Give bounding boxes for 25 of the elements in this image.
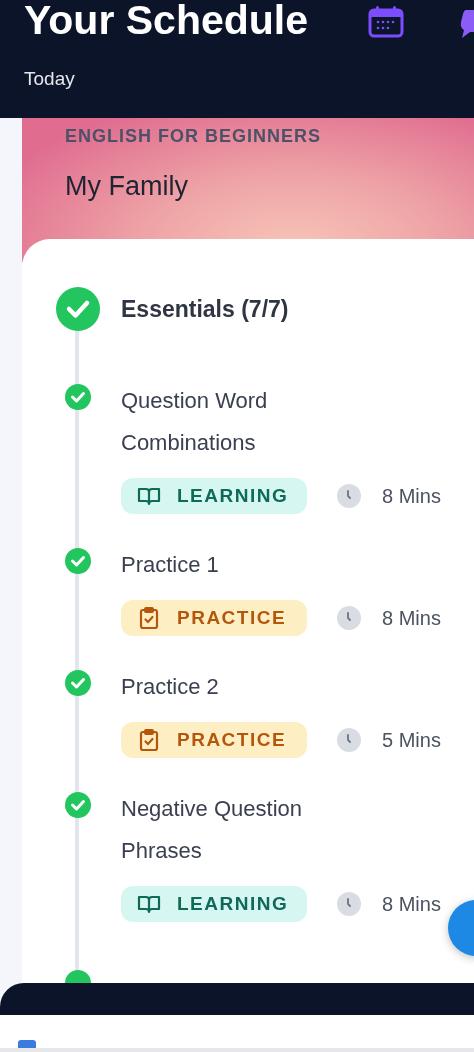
lesson-type-tag: LEARNING bbox=[121, 886, 307, 922]
lesson-title[interactable]: Question Word Combinations bbox=[121, 380, 361, 464]
lesson-title[interactable]: Practice 1 bbox=[121, 544, 361, 586]
course-title: My Family bbox=[65, 171, 189, 202]
clipboard-check-icon bbox=[137, 728, 161, 752]
lesson-type-tag: PRACTICE bbox=[121, 600, 307, 636]
lesson-title[interactable]: Negative Question Phrases bbox=[121, 788, 361, 872]
lesson-title[interactable]: Practice 2 bbox=[121, 666, 361, 708]
page-title: Your Schedule bbox=[24, 0, 309, 42]
date-label: Today bbox=[24, 68, 76, 90]
course-category: ENGLISH FOR BEGINNERS bbox=[65, 126, 323, 147]
calendar-icon[interactable] bbox=[368, 6, 405, 38]
lesson-type-tag: PRACTICE bbox=[121, 722, 307, 758]
clipboard-check-icon bbox=[137, 606, 161, 630]
duration-label: 5 Mins bbox=[382, 728, 441, 752]
tab-indicator bbox=[18, 1040, 36, 1048]
duration-label: 8 Mins bbox=[382, 606, 441, 630]
lesson-type-tag: LEARNING bbox=[121, 478, 307, 514]
duration-label: 8 Mins bbox=[382, 892, 441, 916]
clock-icon bbox=[337, 892, 361, 916]
clock-icon bbox=[337, 484, 361, 508]
section-title[interactable]: Essentials (7/7) bbox=[121, 295, 289, 323]
duration-label: 8 Mins bbox=[382, 484, 441, 508]
clock-icon bbox=[337, 606, 361, 630]
clock-icon bbox=[337, 728, 361, 752]
